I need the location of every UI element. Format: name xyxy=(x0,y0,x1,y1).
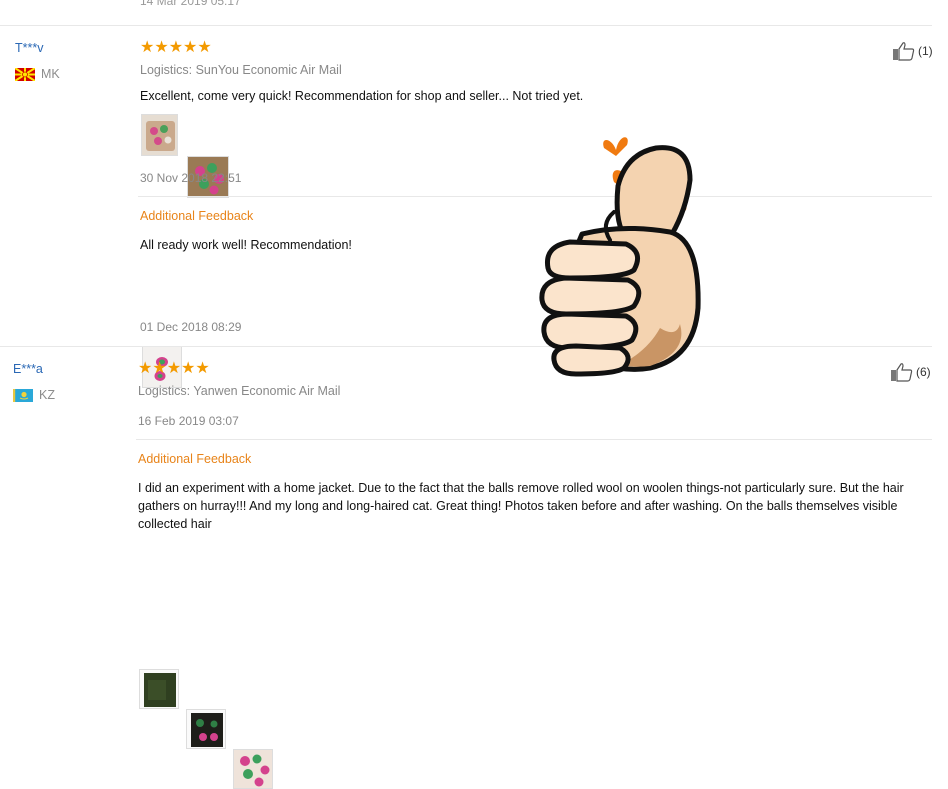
country-code: MK xyxy=(41,67,60,81)
additional-feedback-text: I did an experiment with a home jacket. … xyxy=(138,481,904,531)
reviewer-country: KZ xyxy=(13,388,55,402)
previous-review-date: 14 Mar 2019 05:17 xyxy=(140,0,241,8)
thumbs-up-sticker-icon xyxy=(539,137,701,377)
review-item: T***v MK ★★★★★ Logistics: SunYou Economi… xyxy=(0,0,948,388)
flag-mk-icon xyxy=(15,67,35,81)
helpful-button[interactable]: (1) xyxy=(892,41,933,61)
helpful-count: (6) xyxy=(916,365,931,379)
additional-feedback-text: All ready work well! Recommendation! xyxy=(140,238,352,252)
photo-image-icon xyxy=(234,750,272,788)
photo-image-icon xyxy=(142,115,177,155)
review-photo-thumbnail[interactable] xyxy=(186,709,226,749)
logistics-info: Logistics: Yanwen Economic Air Mail xyxy=(138,384,341,398)
reviewer-name[interactable]: E***a xyxy=(13,362,43,376)
logistics-info: Logistics: SunYou Economic Air Mail xyxy=(140,63,342,77)
review-text: Excellent, come very quick! Recommendati… xyxy=(140,89,584,103)
flag-kz-icon xyxy=(13,388,33,402)
country-code: KZ xyxy=(39,388,55,402)
review-date: 30 Nov 2018 22:51 xyxy=(140,171,242,185)
reviewer-country: MK xyxy=(15,67,60,81)
review-photo-thumbnail[interactable] xyxy=(139,669,179,709)
additional-feedback-label: Additional Feedback xyxy=(138,452,252,466)
review-divider xyxy=(0,346,932,347)
additional-feedback-date: 01 Dec 2018 08:29 xyxy=(140,320,242,334)
helpful-button[interactable]: (6) xyxy=(890,362,931,382)
star-rating: ★★★★★ xyxy=(140,39,212,56)
reviewer-name[interactable]: T***v xyxy=(15,41,43,55)
star-rating: ★★★★★ xyxy=(138,360,210,377)
thumbs-up-icon xyxy=(891,363,913,382)
review-divider xyxy=(0,25,932,26)
additional-feedback-label: Additional Feedback xyxy=(140,209,254,223)
photo-image-icon xyxy=(140,670,178,708)
thumbs-up-icon xyxy=(893,42,915,61)
review-photo-thumbnail[interactable] xyxy=(233,749,273,789)
helpful-count: (1) xyxy=(918,44,933,58)
review-date: 16 Feb 2019 03:07 xyxy=(138,414,239,428)
review-photo-thumbnail[interactable] xyxy=(141,114,178,156)
review-divider xyxy=(136,439,932,440)
photo-image-icon xyxy=(187,710,225,748)
